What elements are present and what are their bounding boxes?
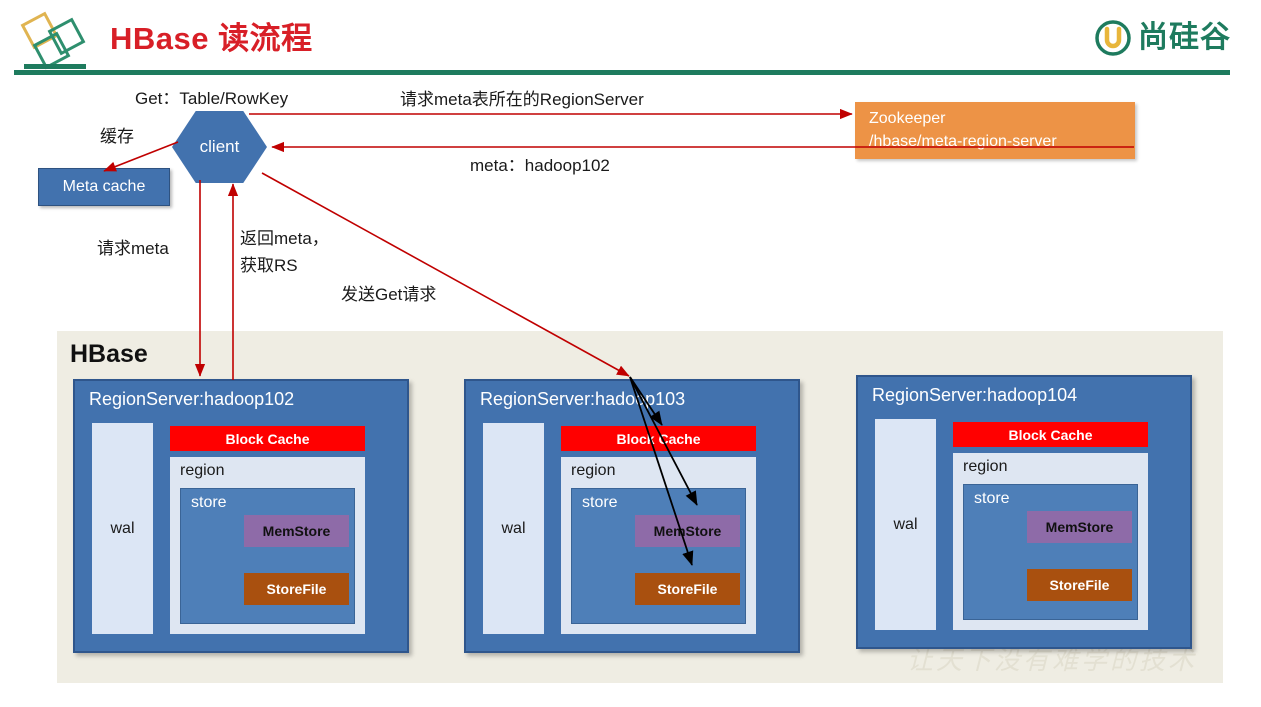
wal-box: wal xyxy=(92,423,153,634)
block-cache-label: Block Cache xyxy=(225,430,310,447)
regionserver-hadoop103[interactable]: RegionServer:hadoop103 wal Block Cache r… xyxy=(464,379,800,653)
label-return-meta-line1: 返回meta， xyxy=(240,229,329,248)
regionserver-hadoop104[interactable]: RegionServer:hadoop104 wal Block Cache r… xyxy=(856,375,1192,649)
storefile-label: StoreFile xyxy=(1049,577,1110,593)
region-label: region xyxy=(963,458,1008,475)
client-label: client xyxy=(199,137,240,156)
shangguigu-u-icon xyxy=(1095,20,1131,56)
storefile-box: StoreFile xyxy=(244,573,349,605)
region-box: region store MemStore StoreFile xyxy=(170,457,365,634)
slide-canvas: HBase 读流程 尚硅谷 Get：Table/RowKey 缓存 请求meta… xyxy=(0,0,1261,707)
wal-box: wal xyxy=(875,419,936,630)
block-cache-label: Block Cache xyxy=(616,430,701,447)
store-label: store xyxy=(974,490,1010,507)
diamond-logo-icon xyxy=(14,10,92,72)
label-send-get-request: 发送Get请求 xyxy=(341,285,437,304)
region-box: region store MemStore StoreFile xyxy=(561,457,756,634)
store-box: store MemStore StoreFile xyxy=(963,484,1138,620)
memstore-box: MemStore xyxy=(1027,511,1132,543)
meta-cache-label: Meta cache xyxy=(62,178,146,195)
wal-label: wal xyxy=(110,519,135,537)
memstore-label: MemStore xyxy=(653,523,722,539)
store-box: store MemStore StoreFile xyxy=(180,488,355,624)
storefile-label: StoreFile xyxy=(266,581,327,597)
storefile-box: StoreFile xyxy=(1027,569,1132,601)
zookeeper-title: Zookeeper xyxy=(869,110,946,127)
brand-logo: 尚硅谷 xyxy=(1095,20,1231,56)
memstore-label: MemStore xyxy=(1045,519,1114,535)
block-cache-box: Block Cache xyxy=(953,422,1148,447)
regionserver-title: RegionServer:hadoop103 xyxy=(480,389,686,409)
region-label: region xyxy=(571,462,616,479)
label-request-meta-regionserver: 请求meta表所在的RegionServer xyxy=(400,90,644,109)
label-return-meta-line2: 获取RS xyxy=(240,256,298,275)
label-get-request: Get：Table/RowKey xyxy=(135,89,289,108)
label-request-meta: 请求meta xyxy=(97,239,169,258)
storefile-label: StoreFile xyxy=(657,581,718,597)
memstore-label: MemStore xyxy=(262,523,331,539)
wal-label: wal xyxy=(893,515,918,533)
meta-cache-box[interactable]: Meta cache xyxy=(38,168,170,206)
store-box: store MemStore StoreFile xyxy=(571,488,746,624)
zookeeper-path: /hbase/meta-region-server xyxy=(869,133,1057,150)
regionserver-hadoop102[interactable]: RegionServer:hadoop102 wal Block Cache r… xyxy=(73,379,409,653)
store-label: store xyxy=(191,494,227,511)
brand-name: 尚硅谷 xyxy=(1138,21,1231,54)
regionserver-title: RegionServer:hadoop104 xyxy=(872,385,1078,405)
memstore-box: MemStore xyxy=(635,515,740,547)
block-cache-box: Block Cache xyxy=(561,426,756,451)
zookeeper-box[interactable]: Zookeeper /hbase/meta-region-server xyxy=(855,102,1135,159)
label-cache: 缓存 xyxy=(100,127,134,146)
storefile-box: StoreFile xyxy=(635,573,740,605)
hbase-cluster-label: HBase xyxy=(70,340,148,368)
block-cache-label: Block Cache xyxy=(1008,426,1093,443)
store-label: store xyxy=(582,494,618,511)
region-box: region store MemStore StoreFile xyxy=(953,453,1148,630)
header-divider xyxy=(14,70,1230,75)
page-title: HBase 读流程 xyxy=(110,21,313,56)
block-cache-box: Block Cache xyxy=(170,426,365,451)
label-meta-hadoop102: meta：hadoop102 xyxy=(470,156,610,175)
client-node[interactable]: client xyxy=(172,111,267,183)
region-label: region xyxy=(180,462,225,479)
wal-box: wal xyxy=(483,423,544,634)
regionserver-title: RegionServer:hadoop102 xyxy=(89,389,295,409)
memstore-box: MemStore xyxy=(244,515,349,547)
wal-label: wal xyxy=(501,519,526,537)
